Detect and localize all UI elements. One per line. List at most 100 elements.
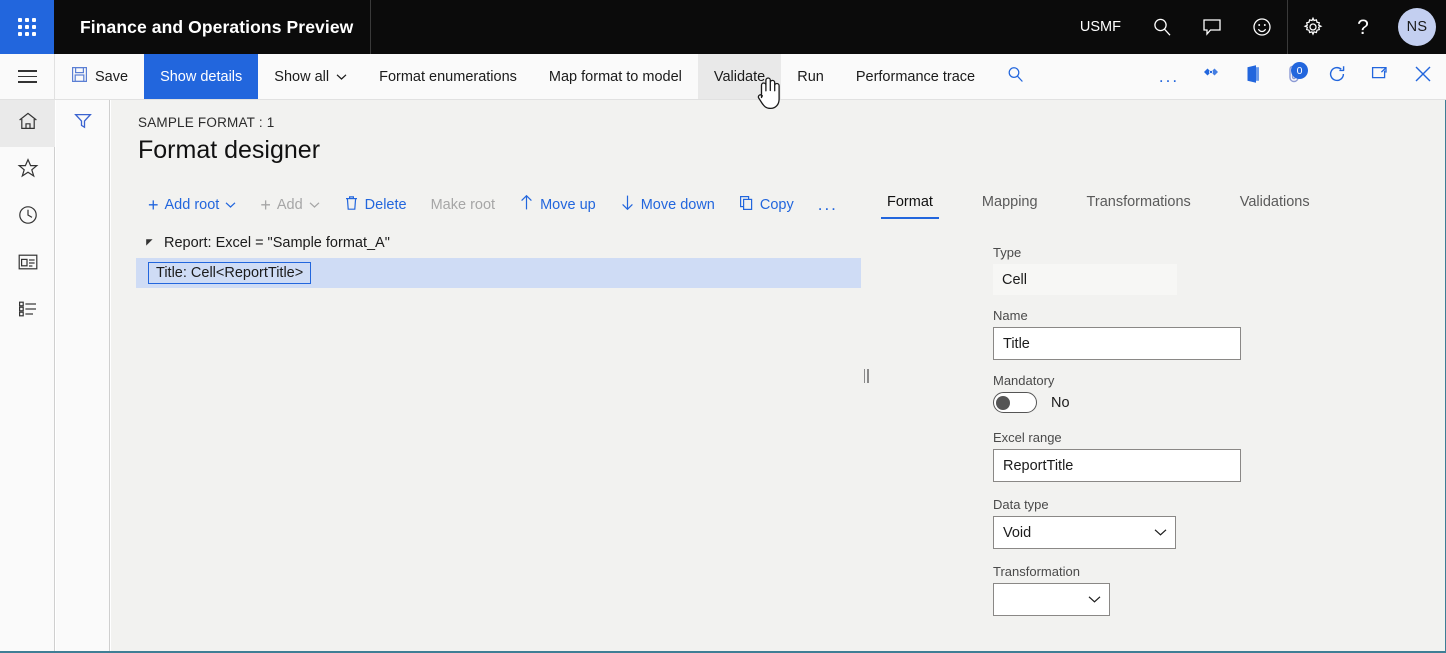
plus-icon: + — [148, 194, 159, 215]
add-root-button[interactable]: + Add root — [136, 192, 248, 218]
topbar-right-group: USMF ? NS — [1064, 0, 1446, 54]
navigation-menu-button[interactable] — [0, 54, 55, 99]
performance-trace-button[interactable]: Performance trace — [840, 54, 991, 99]
smiley-feedback-button[interactable] — [1237, 0, 1287, 54]
settings-button[interactable] — [1288, 0, 1338, 54]
panel-splitter[interactable] — [860, 100, 872, 651]
tree-action-toolbar: + Add root + Add Delete Make root Move u… — [136, 190, 850, 219]
refresh-button[interactable] — [1316, 54, 1358, 99]
sidebar-item-workspaces[interactable] — [0, 241, 55, 288]
close-icon — [1413, 64, 1433, 89]
show-all-button[interactable]: Show all — [258, 54, 363, 99]
feedback-button[interactable] — [1187, 0, 1237, 54]
format-properties-form: Type Cell Name Mandatory No — [993, 245, 1293, 634]
home-icon — [17, 110, 39, 137]
diamond-share-icon — [1201, 66, 1221, 87]
splitter-grip-icon — [863, 368, 869, 383]
user-account-button[interactable]: NS — [1388, 0, 1446, 54]
topbar-divider — [370, 0, 372, 54]
tree-row[interactable]: Report: Excel = "Sample format_A" — [136, 228, 861, 258]
star-icon — [17, 157, 39, 184]
refresh-icon — [1327, 64, 1347, 89]
content-area: SAMPLE FORMAT : 1 Format designer + Add … — [111, 100, 1445, 651]
tab-format[interactable]: Format — [881, 190, 939, 219]
share-button[interactable] — [1190, 54, 1232, 99]
left-navigation-rail — [0, 100, 55, 651]
hamburger-icon — [17, 66, 37, 87]
filter-button[interactable] — [56, 100, 110, 146]
copy-label: Copy — [759, 196, 794, 213]
data-type-field-group: Data type Void — [993, 497, 1293, 549]
expanded-triangle-icon[interactable] — [136, 238, 164, 248]
move-down-label: Move down — [640, 196, 715, 213]
search-icon — [1151, 16, 1173, 38]
run-button[interactable]: Run — [781, 54, 840, 99]
attachments-count-badge: 0 — [1291, 62, 1308, 79]
move-down-button[interactable]: Move down — [608, 190, 727, 219]
global-search-button[interactable] — [1137, 0, 1187, 54]
close-button[interactable] — [1400, 54, 1446, 99]
copy-pages-icon — [739, 195, 754, 215]
list-icon — [17, 299, 39, 324]
data-type-select[interactable]: Void — [993, 516, 1176, 549]
move-up-label: Move up — [540, 196, 596, 213]
excel-range-input[interactable] — [993, 449, 1241, 482]
help-button[interactable]: ? — [1338, 0, 1388, 54]
company-selector[interactable]: USMF — [1064, 19, 1137, 35]
validate-button[interactable]: Validate — [697, 54, 782, 99]
clock-icon — [17, 204, 39, 231]
tree-row[interactable]: Title: Cell<ReportTitle> — [136, 258, 861, 288]
delete-button[interactable]: Delete — [332, 191, 419, 219]
tab-transformations[interactable]: Transformations — [1081, 190, 1197, 219]
move-up-button[interactable]: Move up — [507, 190, 608, 219]
sidebar-item-modules[interactable] — [0, 288, 55, 335]
chevron-down-icon — [336, 69, 347, 85]
breadcrumb: SAMPLE FORMAT : 1 — [138, 115, 275, 130]
add-root-label: Add root — [164, 196, 220, 213]
more-options-button[interactable]: ... — [1148, 54, 1190, 99]
transformation-select-wrap — [993, 583, 1110, 616]
delete-label: Delete — [364, 196, 407, 213]
command-bar: Save Show details Show all Format enumer… — [0, 54, 1446, 100]
excel-range-field-group: Excel range — [993, 430, 1293, 482]
tab-validations[interactable]: Validations — [1234, 190, 1316, 219]
transformation-label: Transformation — [993, 564, 1080, 579]
open-in-office-button[interactable] — [1232, 54, 1274, 99]
tree-more-options-button[interactable]: ... — [806, 196, 850, 214]
mandatory-toggle[interactable] — [993, 392, 1037, 413]
chevron-down-icon — [225, 197, 236, 213]
make-root-button[interactable]: Make root — [419, 193, 507, 217]
command-search-button[interactable] — [991, 54, 1039, 99]
add-button[interactable]: + Add — [248, 192, 331, 218]
search-icon — [1006, 65, 1025, 89]
mandatory-field-group: Mandatory No — [993, 373, 1293, 413]
add-label: Add — [276, 196, 303, 213]
filter-funnel-icon — [73, 111, 93, 136]
attachments-button[interactable]: 0 — [1274, 54, 1316, 99]
waffle-grid-icon — [18, 18, 36, 36]
open-in-new-window-icon — [1370, 65, 1389, 88]
copy-button[interactable]: Copy — [727, 191, 806, 219]
avatar: NS — [1398, 8, 1436, 46]
office-app-icon — [1244, 64, 1262, 89]
sidebar-item-favorites[interactable] — [0, 147, 55, 194]
show-all-label: Show all — [274, 68, 330, 85]
sidebar-item-home[interactable] — [0, 100, 55, 147]
workspace-icon — [17, 252, 39, 277]
tab-mapping[interactable]: Mapping — [976, 190, 1044, 219]
transformation-select[interactable] — [993, 583, 1110, 616]
name-input[interactable] — [993, 327, 1241, 360]
type-field-group: Type Cell — [993, 245, 1293, 295]
tree-node-label: Report: Excel = "Sample format_A" — [164, 235, 390, 251]
data-type-label: Data type — [993, 497, 1049, 512]
toggle-knob — [996, 395, 1010, 410]
format-enumerations-button[interactable]: Format enumerations — [363, 54, 533, 99]
show-details-button[interactable]: Show details — [144, 54, 259, 99]
open-in-new-window-button[interactable] — [1358, 54, 1400, 99]
save-button[interactable]: Save — [55, 54, 144, 99]
map-format-to-model-button[interactable]: Map format to model — [533, 54, 698, 99]
sidebar-item-recent[interactable] — [0, 194, 55, 241]
mandatory-toggle-row: No — [993, 392, 1293, 413]
app-launcher-button[interactable] — [0, 0, 54, 54]
mandatory-label: Mandatory — [993, 373, 1055, 388]
